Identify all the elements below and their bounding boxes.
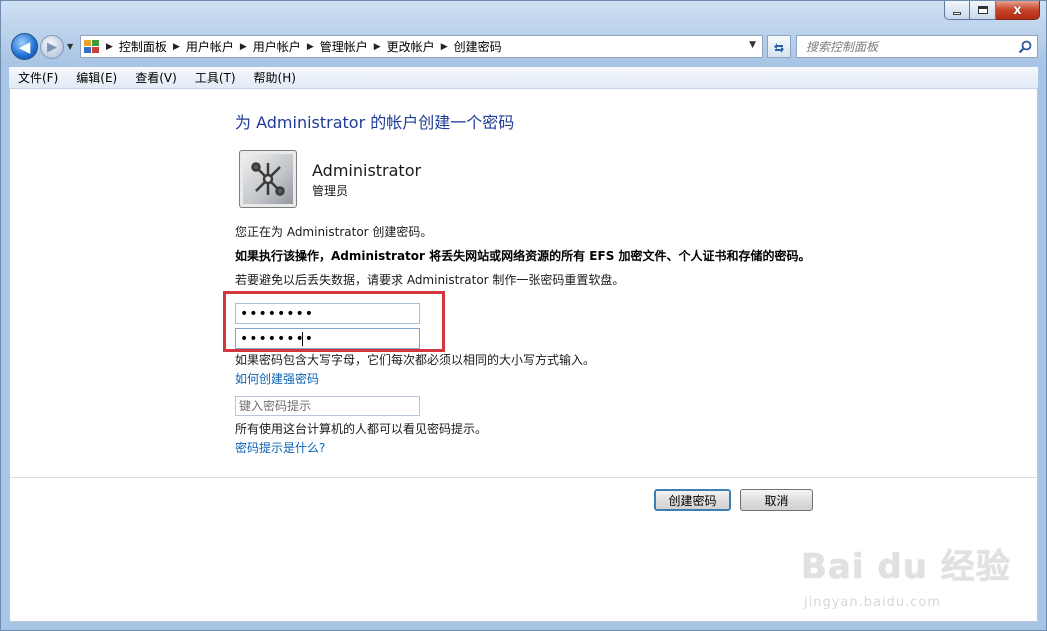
text-caret (302, 332, 303, 346)
minimize-button[interactable] (944, 1, 970, 20)
search-icon[interactable] (1016, 40, 1034, 54)
maximize-button[interactable] (970, 1, 996, 20)
avatar (239, 150, 297, 208)
navigation-row: ◀ ▶ ▼ ▶ 控制面板 ▶ 用户帐户 ▶ 用户帐户 ▶ 管理帐户 ▶ 更改帐户… (1, 31, 1046, 63)
breadcrumb-separator-icon[interactable]: ▶ (106, 42, 113, 52)
hint-visibility-note: 所有使用这台计算机的人都可以看见密码提示。 (235, 422, 488, 436)
breadcrumb-manage-accounts[interactable]: 管理帐户 (320, 38, 368, 55)
info-text: 您正在为 Administrator 创建密码。 (235, 225, 433, 239)
control-panel-window: x ◀ ▶ ▼ ▶ 控制面板 ▶ 用户帐户 ▶ 用户帐户 ▶ 管理帐户 ▶ 更改… (0, 0, 1047, 631)
refresh-button[interactable] (767, 35, 791, 58)
breadcrumb-control-panel[interactable]: 控制面板 (119, 38, 167, 55)
strong-password-link[interactable]: 如何创建强密码 (235, 370, 319, 387)
search-box[interactable] (796, 35, 1038, 58)
forward-arrow-icon: ▶ (47, 39, 57, 55)
watermark-logo: Bai du 经验 (801, 539, 1011, 588)
caption-buttons: x (944, 1, 1040, 20)
menu-file[interactable]: 文件(F) (9, 69, 67, 86)
page-title: 为 Administrator 的帐户创建一个密码 (235, 113, 515, 132)
watermark: Bai du 经验 jingyan.baidu.com (801, 539, 1021, 619)
menu-edit[interactable]: 编辑(E) (67, 69, 126, 86)
breadcrumb-separator-icon[interactable]: ▶ (173, 42, 180, 52)
forward-button[interactable]: ▶ (40, 35, 64, 59)
case-sensitivity-note: 如果密码包含大写字母，它们每次都必须以相同的大小写方式输入。 (235, 353, 596, 367)
cancel-button[interactable]: 取消 (740, 489, 813, 511)
address-dropdown-icon[interactable]: ▼ (749, 40, 756, 50)
password-hint-field[interactable] (235, 396, 420, 416)
watermark-url: jingyan.baidu.com (804, 595, 941, 610)
breadcrumb-user-accounts[interactable]: 用户帐户 (253, 38, 301, 55)
menu-tools[interactable]: 工具(T) (186, 69, 245, 86)
user-role: 管理员 (312, 184, 349, 198)
breadcrumb-user-accounts-family[interactable]: 用户帐户 (186, 38, 234, 55)
minimize-icon (953, 12, 961, 15)
address-bar[interactable]: ▶ 控制面板 ▶ 用户帐户 ▶ 用户帐户 ▶ 管理帐户 ▶ 更改帐户 ▶ 创建密… (80, 35, 763, 58)
breadcrumb-separator-icon[interactable]: ▶ (240, 42, 247, 52)
breadcrumb-separator-icon[interactable]: ▶ (441, 42, 448, 52)
reset-disk-advice: 若要避免以后丢失数据，请要求 Administrator 制作一张密码重置软盘。 (235, 273, 625, 287)
close-icon: x (1013, 2, 1022, 18)
create-password-button[interactable]: 创建密码 (654, 489, 731, 511)
divider (10, 477, 1037, 478)
menu-help[interactable]: 帮助(H) (245, 69, 305, 86)
user-picture-icon (251, 162, 285, 196)
history-dropdown-icon[interactable]: ▼ (67, 42, 73, 51)
breadcrumb-separator-icon[interactable]: ▶ (307, 42, 314, 52)
refresh-icon (774, 42, 784, 53)
new-password-field[interactable] (235, 303, 420, 324)
warning-text: 如果执行该操作，Administrator 将丢失网站或网络资源的所有 EFS … (235, 249, 811, 263)
back-arrow-icon: ◀ (18, 37, 31, 56)
user-name: Administrator (312, 161, 422, 180)
menu-bar: 文件(F) 编辑(E) 查看(V) 工具(T) 帮助(H) (9, 67, 1038, 89)
breadcrumb-change-account[interactable]: 更改帐户 (387, 38, 435, 55)
menu-view[interactable]: 查看(V) (126, 69, 186, 86)
watermark-logo-text: Bai du 经验 (801, 547, 1011, 587)
close-button[interactable]: x (996, 1, 1040, 20)
password-hint-link[interactable]: 密码提示是什么? (235, 439, 325, 456)
breadcrumb-create-password[interactable]: 创建密码 (454, 38, 502, 55)
breadcrumb-separator-icon[interactable]: ▶ (374, 42, 381, 52)
back-button[interactable]: ◀ (11, 33, 38, 60)
confirm-password-field[interactable] (235, 328, 420, 349)
search-input[interactable] (797, 36, 1016, 57)
control-panel-icon (84, 39, 100, 54)
maximize-icon (977, 6, 988, 14)
